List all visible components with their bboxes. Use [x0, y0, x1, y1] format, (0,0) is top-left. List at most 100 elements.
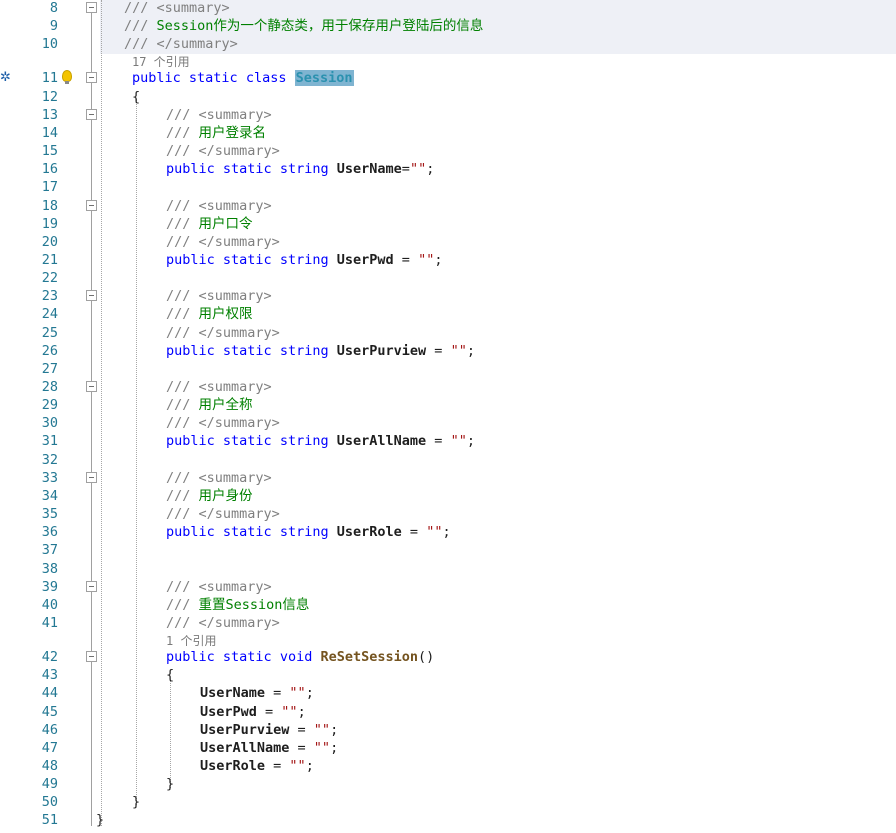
code-token: <summary>	[198, 288, 272, 305]
code-text: /// <summary>	[166, 106, 272, 124]
line-number: 36	[41, 524, 58, 541]
code-token: string	[279, 524, 329, 541]
line-number: 14	[41, 124, 58, 141]
code-line: 41 /// </summary>	[0, 614, 896, 632]
code-text: }	[96, 811, 104, 829]
code-token: 用户口令	[198, 215, 253, 232]
code-token: static	[222, 251, 272, 268]
fold-collapse-icon[interactable]	[86, 471, 97, 483]
code-line: 8 /// <summary>	[0, 0, 896, 17]
code-text: /// 重置Session信息	[166, 596, 309, 614]
code-token: ()	[418, 649, 435, 666]
code-token: ;	[297, 703, 306, 720]
code-line: 31 public static string UserAllName = "";	[0, 432, 896, 450]
line-number: 24	[41, 306, 58, 323]
line-number: 44	[41, 685, 58, 702]
fold-collapse-icon[interactable]	[86, 108, 97, 120]
fold-collapse-icon[interactable]	[86, 2, 97, 13]
code-line: 40 /// 重置Session信息	[0, 596, 896, 614]
code-token: ///	[124, 36, 157, 53]
code-line: 42 public static void ReSetSession()	[0, 648, 896, 666]
fold-collapse-icon[interactable]	[86, 580, 97, 592]
code-line: 25 /// </summary>	[0, 324, 896, 342]
fold-collapse-icon[interactable]	[86, 199, 97, 211]
code-token: ;	[426, 161, 435, 178]
line-number: 23	[41, 288, 58, 305]
line-number: 41	[41, 614, 58, 631]
code-text: UserRole = "";	[200, 757, 314, 775]
code-line: 39 /// <summary>	[0, 578, 896, 596]
code-token: public	[166, 161, 215, 178]
code-line: 34 /// 用户身份	[0, 487, 896, 505]
code-text: public static string UserAllName = "";	[166, 432, 475, 450]
code-line: 24 /// 用户权限	[0, 305, 896, 323]
line-number: 11	[41, 70, 58, 87]
code-token: ;	[434, 251, 443, 268]
code-token: <summary>	[198, 578, 272, 595]
code-line: 13 /// <summary>	[0, 106, 896, 124]
fold-collapse-icon[interactable]	[86, 381, 97, 392]
code-token: ///	[166, 614, 199, 631]
code-editor[interactable]: ✲ 8/// <summary> 9/// Session作为一个静态类，用于保存…	[0, 0, 896, 833]
code-token: {	[166, 667, 175, 684]
code-token: </summary>	[198, 415, 280, 432]
fold-collapse-icon[interactable]	[86, 651, 97, 663]
code-line: 16 public static string UserName="";	[0, 160, 896, 178]
line-number: 12	[41, 88, 58, 105]
code-token: Session作为一个静态类，用于保存用户登陆后的信息	[156, 18, 484, 35]
code-token: <summary>	[198, 197, 272, 214]
code-line: 47 UserAllName = "";	[0, 739, 896, 757]
line-number: 16	[41, 161, 58, 178]
code-token: ;	[330, 721, 339, 738]
code-token: public	[166, 342, 215, 359]
code-token: string	[279, 161, 329, 178]
line-number: 10	[41, 36, 58, 53]
code-text: /// 用户口令	[166, 215, 253, 233]
code-token: public	[166, 524, 215, 541]
code-text: /// 用户身份	[166, 487, 253, 505]
code-text: /// </summary>	[166, 614, 280, 632]
code-line: 22	[0, 269, 896, 287]
line-number: 43	[41, 667, 58, 684]
fold-collapse-icon[interactable]	[86, 290, 97, 302]
code-token: ""	[450, 433, 467, 450]
code-token: }	[132, 794, 141, 811]
code-token: ///	[166, 124, 199, 141]
code-token: =	[401, 524, 427, 541]
code-token: }	[96, 812, 105, 829]
code-token: ""	[289, 685, 306, 702]
code-token: =	[256, 703, 282, 720]
code-token: =	[265, 758, 290, 774]
code-text: UserName = "";	[200, 684, 314, 702]
reference-count-link[interactable]: 1 个引用	[166, 633, 216, 649]
code-token: ""	[313, 739, 331, 756]
code-token: </summary>	[198, 143, 280, 160]
code-token: <summary>	[198, 379, 272, 395]
code-token: </summary>	[198, 233, 280, 250]
code-line: 35 /// </summary>	[0, 505, 896, 523]
code-text: /// <summary>	[166, 287, 272, 305]
reference-count-link[interactable]: 17 个引用	[132, 54, 190, 70]
code-token: =	[426, 342, 451, 359]
code-line: 10 /// </summary>	[0, 35, 896, 53]
code-token: UserPurview	[200, 721, 290, 738]
code-token: 用户全称	[198, 397, 253, 414]
line-number: 33	[41, 469, 58, 486]
reference-count-lens: 17 个引用	[0, 54, 896, 70]
code-token: UserPurview	[336, 342, 427, 359]
code-token: =	[289, 739, 314, 756]
code-token: ;	[466, 433, 475, 450]
code-token: public	[166, 251, 215, 268]
line-number: 34	[41, 487, 58, 504]
fold-collapse-icon[interactable]	[86, 72, 97, 84]
code-token: string	[279, 251, 329, 268]
